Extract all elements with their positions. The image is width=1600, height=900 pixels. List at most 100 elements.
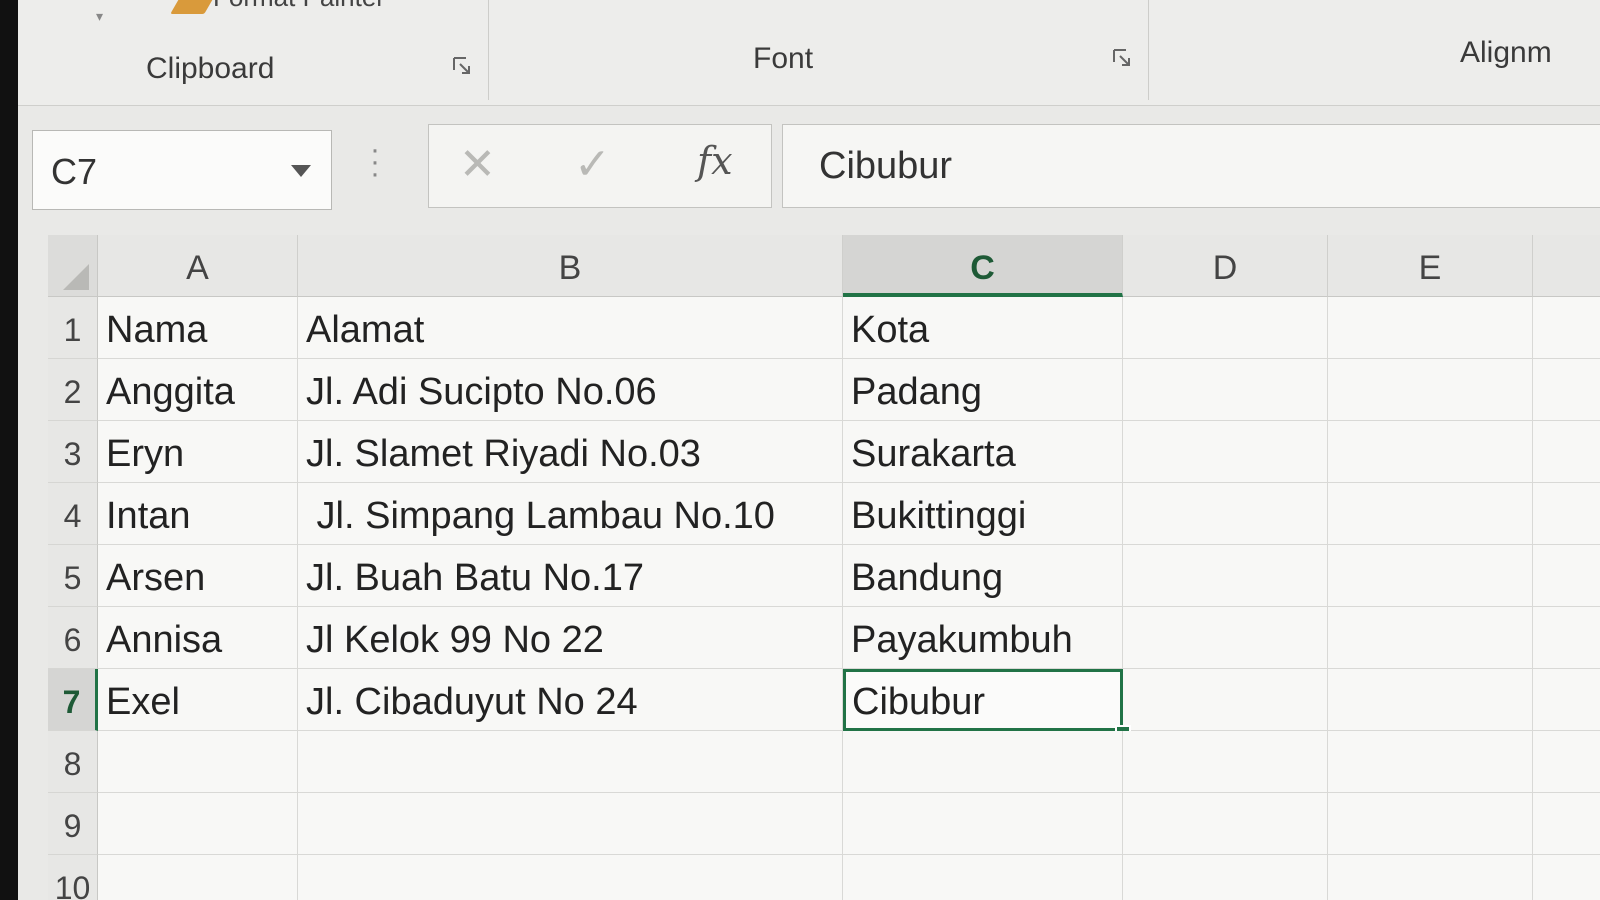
cell-e3[interactable] xyxy=(1328,421,1533,483)
cell-c4[interactable]: Bukittinggi xyxy=(843,483,1123,545)
format-painter-label[interactable]: Format Painter xyxy=(213,0,385,13)
group-label-alignment: Alignm xyxy=(1460,36,1552,69)
cell-b4[interactable]: Jl. Simpang Lambau No.10 xyxy=(298,483,843,545)
group-separator xyxy=(1148,0,1149,100)
cell-d1[interactable] xyxy=(1123,297,1328,359)
spreadsheet-grid: A B C D E 1 Nama Alamat Kota 2 Anggita J… xyxy=(48,235,1600,900)
ribbon-dropdown-icon[interactable]: ▾ xyxy=(96,8,103,25)
cell-d7[interactable] xyxy=(1123,669,1328,731)
chevron-down-icon[interactable] xyxy=(291,165,311,177)
cell-f9[interactable] xyxy=(1533,793,1600,855)
row-header[interactable]: 10 xyxy=(48,855,98,900)
cell-a5[interactable]: Arsen xyxy=(98,545,298,607)
cell-b5[interactable]: Jl. Buah Batu No.17 xyxy=(298,545,843,607)
cell-b2[interactable]: Jl. Adi Sucipto No.06 xyxy=(298,359,843,421)
cell-e4[interactable] xyxy=(1328,483,1533,545)
cell-c8[interactable] xyxy=(843,731,1123,793)
row-header[interactable]: 5 xyxy=(48,545,98,607)
insert-function-icon[interactable]: fx xyxy=(697,139,733,183)
cell-d4[interactable] xyxy=(1123,483,1328,545)
select-all-button[interactable] xyxy=(48,235,98,297)
cell-c5[interactable]: Bandung xyxy=(843,545,1123,607)
formula-input[interactable]: Cibubur xyxy=(782,124,1600,208)
cell-c6[interactable]: Payakumbuh xyxy=(843,607,1123,669)
column-header-d[interactable]: D xyxy=(1123,235,1328,297)
column-header-e[interactable]: E xyxy=(1328,235,1533,297)
cell-b6[interactable]: Jl Kelok 99 No 22 xyxy=(298,607,843,669)
cell-f5[interactable] xyxy=(1533,545,1600,607)
cell-a10[interactable] xyxy=(98,855,298,900)
cell-a8[interactable] xyxy=(98,731,298,793)
cell-e8[interactable] xyxy=(1328,731,1533,793)
cell-f7[interactable] xyxy=(1533,669,1600,731)
cell-e7[interactable] xyxy=(1328,669,1533,731)
cell-e9[interactable] xyxy=(1328,793,1533,855)
cell-f6[interactable] xyxy=(1533,607,1600,669)
cell-e2[interactable] xyxy=(1328,359,1533,421)
cell-a9[interactable] xyxy=(98,793,298,855)
formula-buttons: ✕ ✓ fx xyxy=(428,124,772,208)
cell-d5[interactable] xyxy=(1123,545,1328,607)
cell-e5[interactable] xyxy=(1328,545,1533,607)
name-box[interactable]: C7 xyxy=(32,130,332,210)
cell-c1[interactable]: Kota xyxy=(843,297,1123,359)
cell-a6[interactable]: Annisa xyxy=(98,607,298,669)
excel-window: ▾ Format Painter Clipboard Font Alignm C… xyxy=(18,0,1600,900)
row-header[interactable]: 4 xyxy=(48,483,98,545)
row-header[interactable]: 3 xyxy=(48,421,98,483)
cell-d8[interactable] xyxy=(1123,731,1328,793)
cell-a3[interactable]: Eryn xyxy=(98,421,298,483)
group-label-clipboard: Clipboard xyxy=(146,52,275,85)
column-header-f[interactable] xyxy=(1533,235,1600,297)
group-label-font: Font xyxy=(753,42,814,75)
cell-a4[interactable]: Intan xyxy=(98,483,298,545)
row-header[interactable]: 1 xyxy=(48,297,98,359)
cell-e1[interactable] xyxy=(1328,297,1533,359)
cell-b9[interactable] xyxy=(298,793,843,855)
cell-b8[interactable] xyxy=(298,731,843,793)
cell-d2[interactable] xyxy=(1123,359,1328,421)
name-box-value: C7 xyxy=(51,151,98,192)
format-painter-icon[interactable] xyxy=(170,0,216,14)
cell-f4[interactable] xyxy=(1533,483,1600,545)
cell-f8[interactable] xyxy=(1533,731,1600,793)
cell-e6[interactable] xyxy=(1328,607,1533,669)
cancel-icon[interactable]: ✕ xyxy=(459,139,496,190)
column-header-b[interactable]: B xyxy=(298,235,843,297)
cell-d3[interactable] xyxy=(1123,421,1328,483)
cell-d9[interactable] xyxy=(1123,793,1328,855)
cell-e10[interactable] xyxy=(1328,855,1533,900)
row-header[interactable]: 8 xyxy=(48,731,98,793)
cell-c7-active[interactable]: Cibubur xyxy=(843,669,1123,731)
cell-c10[interactable] xyxy=(843,855,1123,900)
cell-a2[interactable]: Anggita xyxy=(98,359,298,421)
enter-check-icon[interactable]: ✓ xyxy=(574,139,611,190)
column-header-c[interactable]: C xyxy=(843,235,1123,297)
group-separator xyxy=(488,0,489,100)
cell-d6[interactable] xyxy=(1123,607,1328,669)
formula-content: Cibubur xyxy=(819,145,953,187)
cell-a1[interactable]: Nama xyxy=(98,297,298,359)
select-all-icon xyxy=(63,264,89,290)
cell-f3[interactable] xyxy=(1533,421,1600,483)
cell-b3[interactable]: Jl. Slamet Riyadi No.03 xyxy=(298,421,843,483)
cell-b7[interactable]: Jl. Cibaduyut No 24 xyxy=(298,669,843,731)
column-header-a[interactable]: A xyxy=(98,235,298,297)
cell-c2[interactable]: Padang xyxy=(843,359,1123,421)
font-launcher-icon[interactable] xyxy=(1112,48,1132,68)
row-header[interactable]: 7 xyxy=(48,669,98,731)
resize-handle-icon[interactable]: · · · xyxy=(370,135,380,189)
cell-b1[interactable]: Alamat xyxy=(298,297,843,359)
row-header[interactable]: 6 xyxy=(48,607,98,669)
cell-f2[interactable] xyxy=(1533,359,1600,421)
cell-a7[interactable]: Exel xyxy=(98,669,298,731)
cell-c9[interactable] xyxy=(843,793,1123,855)
cell-d10[interactable] xyxy=(1123,855,1328,900)
cell-b10[interactable] xyxy=(298,855,843,900)
cell-f1[interactable] xyxy=(1533,297,1600,359)
clipboard-launcher-icon[interactable] xyxy=(452,56,472,76)
row-header[interactable]: 2 xyxy=(48,359,98,421)
cell-f10[interactable] xyxy=(1533,855,1600,900)
cell-c3[interactable]: Surakarta xyxy=(843,421,1123,483)
row-header[interactable]: 9 xyxy=(48,793,98,855)
